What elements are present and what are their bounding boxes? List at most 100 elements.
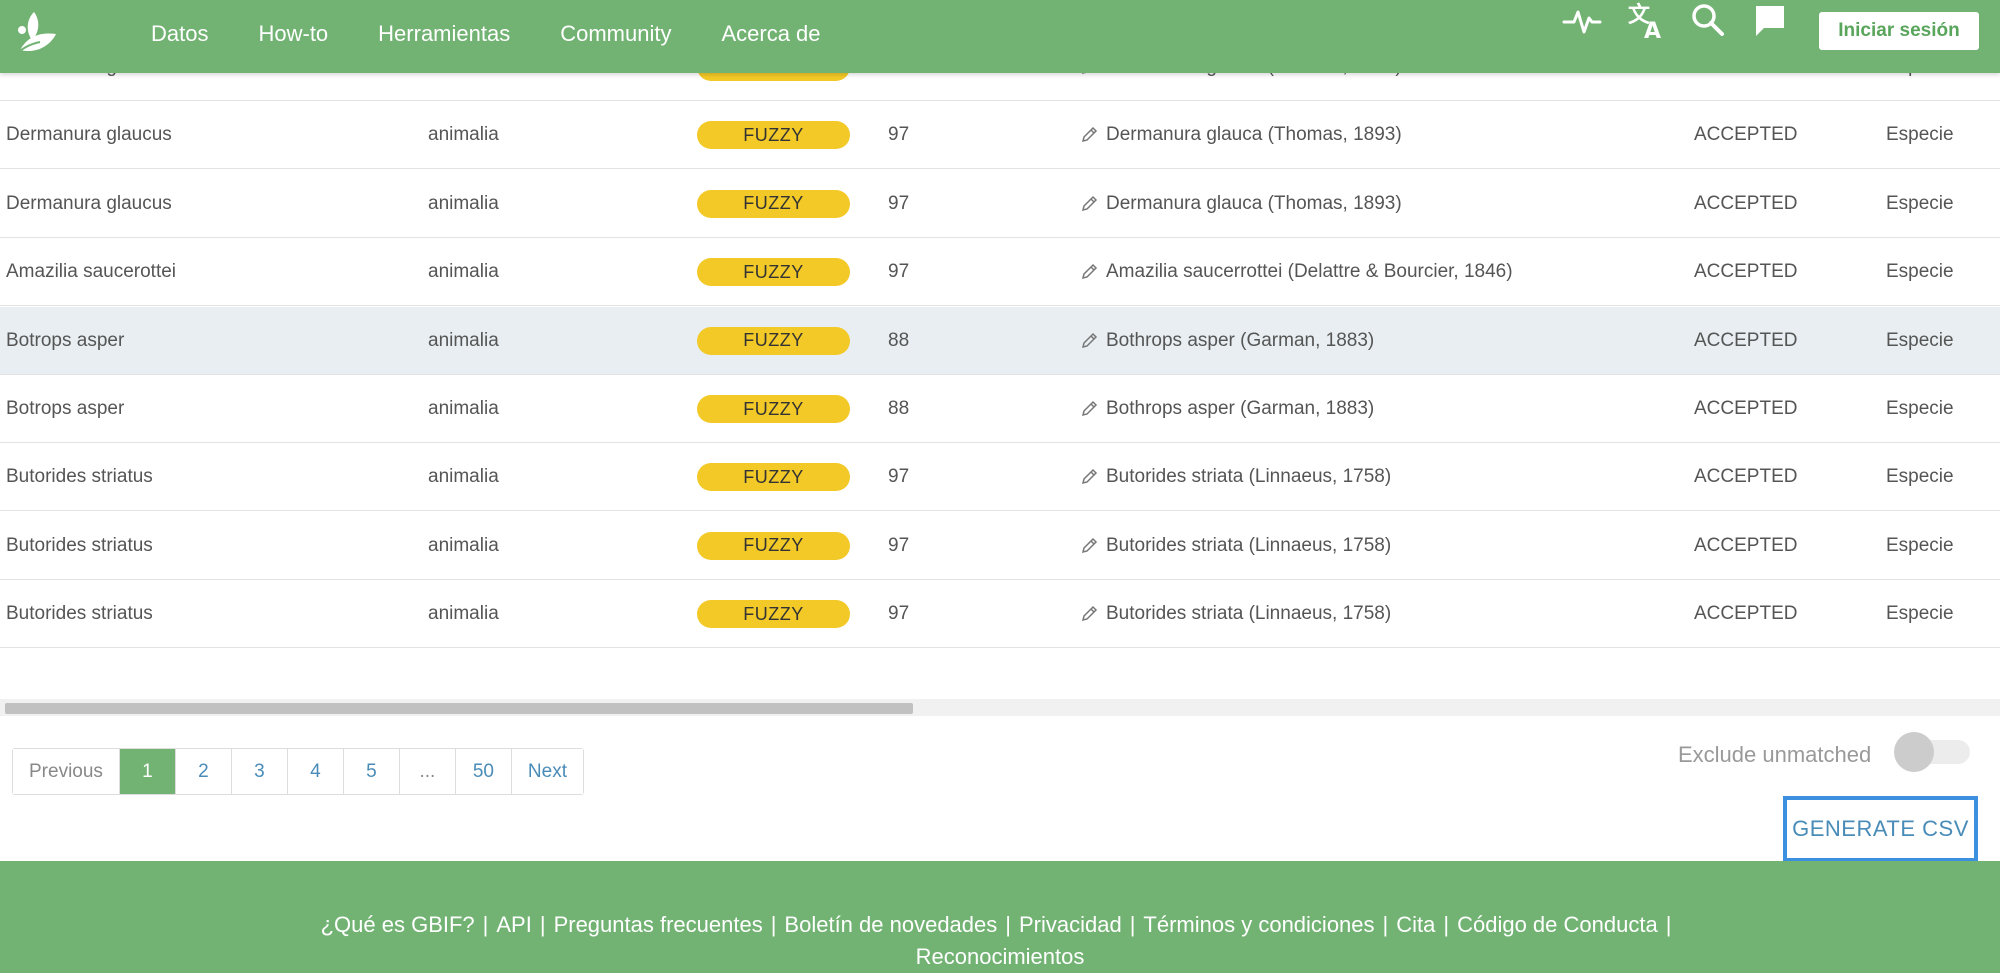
- footer-link[interactable]: API: [496, 912, 531, 937]
- scientific-name: Botrops asper: [6, 329, 125, 351]
- translate-icon[interactable]: 文 A: [1626, 0, 1666, 40]
- footer-separator: |: [539, 912, 546, 937]
- gbif-logo-icon[interactable]: [10, 10, 64, 58]
- confidence-cell: 97: [888, 192, 910, 214]
- footer-separator: |: [482, 912, 489, 937]
- footer-link[interactable]: Preguntas frecuentes: [554, 912, 763, 937]
- status-cell: ACCEPTED: [1694, 261, 1798, 283]
- match-type-badge: FUZZY: [697, 600, 850, 629]
- matched-name: Amazilia saucerrottei (Delattre & Bourci…: [1106, 261, 1513, 283]
- nav-item-acerca-de[interactable]: Acerca de: [721, 21, 820, 47]
- match-type-cell: FUZZY: [697, 238, 850, 306]
- footer-link[interactable]: Cita: [1396, 912, 1435, 937]
- footer-link[interactable]: Términos y condiciones: [1143, 912, 1374, 937]
- page-button-50[interactable]: 50: [454, 749, 511, 794]
- rank-cell: Especie: [1886, 398, 1954, 419]
- next-page-button[interactable]: Next: [510, 749, 583, 794]
- status-cell: ACCEPTED: [1694, 603, 1798, 625]
- scientific-name: Dermanura glaucus: [6, 124, 172, 146]
- footer-separator: |: [1443, 912, 1450, 937]
- scientific-name: Butorides striatus: [6, 466, 153, 488]
- matched-name-cell[interactable]: Butorides striata (Linnaeus, 1758): [1080, 580, 1391, 648]
- footer-separator: |: [1129, 912, 1136, 937]
- scientific-name: Botrops asper: [6, 398, 125, 419]
- confidence-cell: 97: [888, 466, 910, 488]
- scrollbar-thumb[interactable]: [5, 703, 913, 714]
- pencil-icon[interactable]: [1080, 537, 1098, 555]
- page-button-2[interactable]: 2: [174, 749, 231, 794]
- confidence-cell: 88: [888, 329, 910, 351]
- match-type-badge: FUZZY: [697, 395, 850, 423]
- footer-link-reconocimientos[interactable]: Reconocimientos: [0, 944, 2000, 970]
- nav-item-community[interactable]: Community: [560, 21, 671, 47]
- match-type-badge: FUZZY: [697, 121, 850, 150]
- page-button-4[interactable]: 4: [286, 749, 343, 794]
- matched-name-cell[interactable]: Bothrops asper (Garman, 1883): [1080, 307, 1374, 375]
- pencil-icon[interactable]: [1080, 605, 1098, 623]
- matched-name-cell[interactable]: Butorides striata (Linnaeus, 1758): [1080, 443, 1391, 511]
- kingdom-cell: animalia: [428, 603, 499, 625]
- login-button[interactable]: Iniciar sesión: [1819, 12, 1979, 50]
- match-type-cell: FUZZY: [697, 375, 850, 443]
- table-row[interactable]: Dermanura glaucus animalia FUZZY 97 Dermanur…: [0, 170, 2000, 238]
- scientific-name: Amazilia saucerottei: [6, 261, 177, 283]
- matched-name: Dermanura glauca (Thomas, 1893): [1106, 124, 1402, 146]
- matched-name-cell[interactable]: Amazilia saucerrottei (Delattre & Bourci…: [1080, 238, 1513, 306]
- kingdom-cell: animalia: [428, 398, 499, 419]
- table-row[interactable]: Butorides striatus animalia FUZZY 97 Butorid…: [0, 580, 2000, 649]
- pencil-icon[interactable]: [1080, 263, 1098, 281]
- footer-link[interactable]: Privacidad: [1019, 912, 1122, 937]
- nav-item-how-to[interactable]: How-to: [258, 21, 328, 47]
- previous-page-button[interactable]: Previous: [13, 749, 119, 794]
- kingdom-cell: animalia: [428, 124, 499, 146]
- pencil-icon[interactable]: [1080, 400, 1098, 418]
- confidence-cell: 97: [888, 534, 910, 556]
- table-row[interactable]: Botrops asper animalia FUZZY 88 Bothrops asp…: [0, 375, 2000, 443]
- svg-text:A: A: [1644, 19, 1661, 40]
- search-icon[interactable]: [1688, 0, 1728, 40]
- status-cell: ACCEPTED: [1694, 124, 1798, 146]
- table-row[interactable]: Amazilia saucerottei animalia FUZZY 97 Amazi…: [0, 238, 2000, 307]
- scientific-name: Dermanura glaucus: [6, 192, 172, 214]
- footer-link[interactable]: ¿Qué es GBIF?: [321, 912, 475, 937]
- page-button-3[interactable]: 3: [230, 749, 287, 794]
- pencil-icon[interactable]: [1080, 468, 1098, 486]
- matched-name: Bothrops asper (Garman, 1883): [1106, 398, 1375, 419]
- footer-link[interactable]: Código de Conducta: [1457, 912, 1658, 937]
- page-button-1[interactable]: 1: [118, 749, 175, 794]
- rank-cell: Especie: [1886, 329, 1954, 351]
- feedback-icon[interactable]: [1750, 0, 1790, 40]
- matched-name-cell[interactable]: Dermanura glauca (Thomas, 1893): [1080, 101, 1402, 169]
- table-row[interactable]: Butorides striatus animalia FUZZY 97 Butorid…: [0, 512, 2000, 580]
- table-row[interactable]: Butorides striatus animalia FUZZY 97 Butorid…: [0, 443, 2000, 512]
- match-type-badge: FUZZY: [697, 189, 850, 218]
- match-type-badge: FUZZY: [697, 326, 850, 355]
- pencil-icon[interactable]: [1080, 195, 1098, 213]
- matched-name-cell[interactable]: Butorides striata (Linnaeus, 1758): [1080, 512, 1391, 580]
- rank-cell: Especie: [1886, 534, 1954, 556]
- match-type-cell: FUZZY: [697, 580, 850, 648]
- footer-link[interactable]: Boletín de novedades: [784, 912, 997, 937]
- table-row[interactable]: Botrops asper animalia FUZZY 88 Bothrops asp…: [0, 306, 2000, 375]
- pencil-icon[interactable]: [1080, 126, 1098, 144]
- rank-cell: Especie: [1886, 261, 1954, 283]
- match-type-cell: FUZZY: [697, 170, 850, 238]
- page-ellipsis[interactable]: ...: [398, 749, 455, 794]
- footer-separator: |: [770, 912, 777, 937]
- table-row[interactable]: Dermanura glaucus animalia FUZZY 97 Dermanur…: [0, 101, 2000, 170]
- top-navigation-bar: Datos How-to Herramientas Community Acerca d…: [0, 0, 2000, 73]
- nav-item-herramientas[interactable]: Herramientas: [378, 21, 510, 47]
- nav-item-datos[interactable]: Datos: [151, 21, 208, 47]
- matched-name-cell[interactable]: Bothrops asper (Garman, 1883): [1080, 375, 1374, 443]
- toggle-knob[interactable]: [1894, 732, 1934, 772]
- activity-icon[interactable]: [1562, 0, 1602, 40]
- generate-csv-button[interactable]: GENERATE CSV: [1783, 796, 1978, 862]
- pencil-icon[interactable]: [1080, 332, 1098, 350]
- match-type-badge: FUZZY: [697, 531, 850, 560]
- page-button-5[interactable]: 5: [342, 749, 399, 794]
- match-type-cell: FUZZY: [697, 307, 850, 375]
- footer-separator: |: [1005, 912, 1011, 937]
- rank-cell: Especie: [1886, 466, 1954, 488]
- matched-name-cell[interactable]: Dermanura glauca (Thomas, 1893): [1080, 170, 1402, 238]
- match-type-cell: FUZZY: [697, 101, 850, 169]
